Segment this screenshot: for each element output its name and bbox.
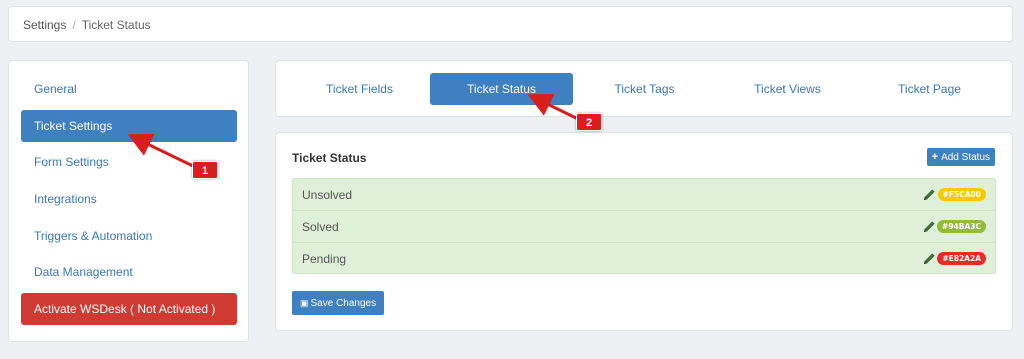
floppy-disk-icon: ▣	[300, 298, 309, 308]
plus-icon: +	[931, 151, 939, 163]
sidebar-item-integrations[interactable]: Integrations	[21, 183, 237, 215]
breadcrumb-root[interactable]: Settings	[23, 18, 66, 32]
add-status-button[interactable]: + Add Status	[926, 148, 995, 166]
save-changes-button[interactable]: ▣ Save Changes	[292, 291, 385, 315]
status-name: Solved	[302, 220, 339, 234]
breadcrumb: Settings / Ticket Status	[23, 18, 151, 32]
annotation-callout-1: 1	[192, 161, 218, 179]
sidebar-item-ticket-settings[interactable]: Ticket Settings	[21, 110, 237, 142]
add-status-label: Add Status	[941, 152, 990, 163]
sidebar: General Ticket Settings Form Settings In…	[8, 60, 249, 342]
status-row-pending: Pending #E82A2A	[293, 243, 995, 275]
status-name: Unsolved	[302, 188, 353, 202]
pencil-icon[interactable]	[922, 187, 937, 202]
activate-wsdesk-button[interactable]: Activate WSDesk ( Not Activated )	[21, 293, 237, 325]
sidebar-item-general[interactable]: General	[21, 73, 237, 105]
pencil-icon[interactable]	[922, 219, 937, 234]
color-badge: #94BA3C	[937, 220, 986, 233]
ticket-status-panel: Ticket Status + Add Status Unsolved #F5CA…	[275, 132, 1013, 331]
tab-ticket-page[interactable]: Ticket Page	[858, 73, 1001, 105]
panel-title: Ticket Status	[292, 151, 367, 165]
status-list: Unsolved #F5CA00 Solved #94BA3C Pending …	[292, 178, 996, 274]
sidebar-item-data-management[interactable]: Data Management	[21, 256, 237, 288]
tab-ticket-status[interactable]: Ticket Status	[430, 73, 573, 105]
status-name: Pending	[302, 252, 347, 266]
tab-ticket-fields[interactable]: Ticket Fields	[288, 73, 431, 105]
save-changes-label: Save Changes	[310, 298, 377, 309]
color-badge: #E82A2A	[937, 252, 986, 265]
status-row-solved: Solved #94BA3C	[293, 211, 995, 243]
breadcrumb-current: Ticket Status	[81, 18, 151, 32]
breadcrumb-panel: Settings / Ticket Status	[8, 6, 1013, 42]
color-badge: #F5CA00	[937, 188, 986, 201]
tabs-bar: Ticket Fields Ticket Status Ticket Tags …	[275, 60, 1013, 117]
pencil-icon[interactable]	[922, 251, 937, 266]
tab-ticket-views[interactable]: Ticket Views	[716, 73, 859, 105]
annotation-callout-2: 2	[576, 113, 602, 131]
status-row-unsolved: Unsolved #F5CA00	[293, 179, 995, 211]
sidebar-item-triggers-automation[interactable]: Triggers & Automation	[21, 220, 237, 252]
breadcrumb-separator: /	[72, 18, 76, 32]
tab-ticket-tags[interactable]: Ticket Tags	[573, 73, 716, 105]
